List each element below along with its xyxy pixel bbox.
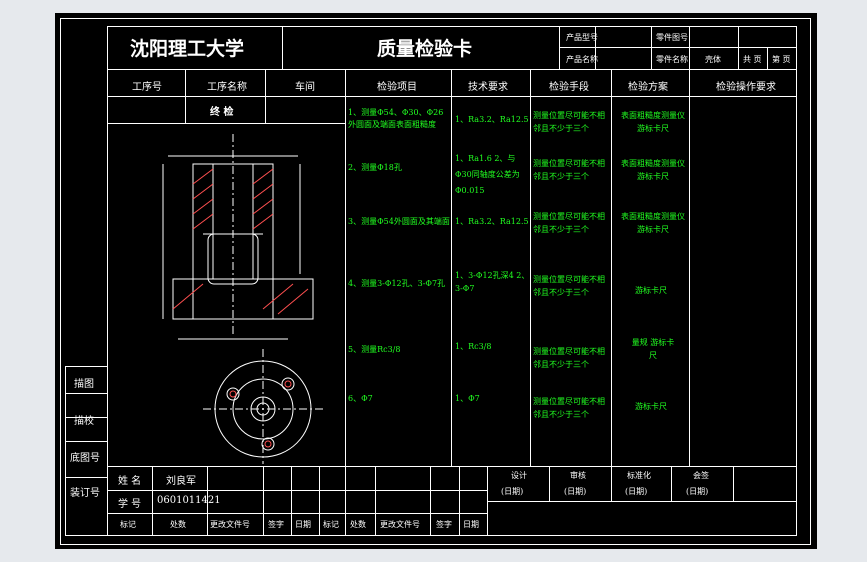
sign-countersign-label: 会签 (693, 471, 709, 480)
card-title: 质量检验卡 (377, 38, 473, 60)
product-name-label: 产品名称 (566, 55, 598, 64)
cad-viewport[interactable]: 沈阳理工大学 质量检验卡 产品型号 零件图号 产品名称 零件名称 壳体 共 页 … (55, 13, 817, 549)
part-drawing (162, 134, 323, 464)
col-header-workshop: 车间 (295, 82, 315, 93)
row2-tech: 1、Ra1.6 2、与Φ30同轴度公差为Φ0.015 (455, 154, 520, 195)
rev-doc-1: 更改文件号 (210, 520, 250, 529)
rev-count-2: 处数 (350, 520, 366, 529)
part-name-label: 零件名称 (656, 55, 688, 64)
rev-sign-2: 签字 (436, 520, 452, 529)
sign-design-date: (日期) (501, 487, 524, 496)
side-label-check: 描校 (74, 416, 94, 427)
col-header-item: 检验项目 (377, 82, 417, 93)
col-header-op-no: 工序号 (132, 82, 162, 93)
row5-means: 测量位置尽可能不相邻且不少于三个 (533, 347, 605, 369)
row5-plan: 量规 游标卡尺 (631, 338, 675, 360)
col-header-means: 检验手段 (549, 82, 589, 93)
col-header-op-name: 工序名称 (207, 82, 247, 93)
sign-countersign-date: (日期) (686, 487, 709, 496)
rev-mark-1: 标记 (120, 520, 136, 529)
name-label: 姓 名 (118, 476, 142, 487)
rev-date-1: 日期 (295, 520, 311, 529)
row1-tech: 1、Ra3.2、Ra12.5 (455, 115, 529, 124)
school-name: 沈阳理工大学 (130, 38, 245, 60)
col-header-tech: 技术要求 (468, 82, 508, 93)
rev-sign-1: 签字 (268, 520, 284, 529)
sign-review-date: (日期) (564, 487, 587, 496)
process-name: 终 检 (210, 107, 234, 118)
sign-review-label: 审核 (570, 471, 586, 480)
sign-standard-date: (日期) (625, 487, 648, 496)
col-header-plan: 检验方案 (628, 82, 668, 93)
rev-mark-2: 标记 (323, 520, 339, 529)
row6-means: 测量位置尽可能不相邻且不少于三个 (533, 397, 605, 419)
rev-count-1: 处数 (170, 520, 186, 529)
col-header-requirement: 检验操作要求 (716, 82, 776, 93)
row2-plan: 表面粗糙度测量仪 游标卡尺 (621, 159, 685, 181)
row3-item: 3、测量Φ54外圆面及其端面 (348, 217, 450, 226)
row5-item: 5、测量Rc3/8 (348, 345, 401, 354)
row1-item: 1、测量Φ54、Φ30、Φ26外圆面及端面表面粗糙度 (348, 108, 444, 129)
row6-item: 6、Φ7 (348, 394, 373, 403)
id-value: 0601011421 (157, 495, 221, 506)
product-model-label: 产品型号 (566, 33, 598, 42)
row4-means: 测量位置尽可能不相邻且不少于三个 (533, 275, 605, 297)
row1-means: 测量位置尽可能不相邻且不少于三个 (533, 111, 605, 133)
total-pages: 共 页 (743, 55, 762, 64)
side-label-tracing: 描图 (74, 379, 94, 390)
sign-design-label: 设计 (511, 471, 527, 480)
frame-outer (60, 18, 810, 19)
part-name-value: 壳体 (705, 55, 721, 64)
part-drawing-no-label: 零件图号 (656, 33, 688, 42)
page-number: 第 页 (772, 55, 791, 64)
row4-item: 4、测量3-Φ12孔、3-Φ7孔 (348, 279, 446, 288)
side-label-base-no: 底图号 (70, 453, 100, 464)
sign-standard-label: 标准化 (627, 471, 651, 480)
row2-item: 2、测量Φ18孔 (348, 163, 402, 172)
row2-means: 测量位置尽可能不相邻且不少于三个 (533, 159, 605, 181)
side-label-binding-no: 装订号 (70, 488, 100, 499)
row6-plan: 游标卡尺 (635, 402, 667, 411)
row3-means: 测量位置尽可能不相邻且不少于三个 (533, 212, 605, 234)
id-label: 学 号 (118, 499, 142, 510)
frame-inner (107, 26, 797, 27)
name-value: 刘良军 (166, 476, 196, 487)
row5-tech: 1、Rc3/8 (455, 342, 492, 351)
rev-doc-2: 更改文件号 (380, 520, 420, 529)
row1-plan: 表面粗糙度测量仪 游标卡尺 (621, 111, 685, 133)
row6-tech: 1、Φ7 (455, 394, 480, 403)
row3-plan: 表面粗糙度测量仪 游标卡尺 (621, 212, 685, 234)
row4-tech: 1、3-Φ12孔深4 2、3-Φ7 (455, 271, 530, 293)
row3-tech: 1、Ra3.2、Ra12.5 (455, 217, 529, 226)
rev-date-2: 日期 (463, 520, 479, 529)
row4-plan: 游标卡尺 (635, 286, 667, 295)
